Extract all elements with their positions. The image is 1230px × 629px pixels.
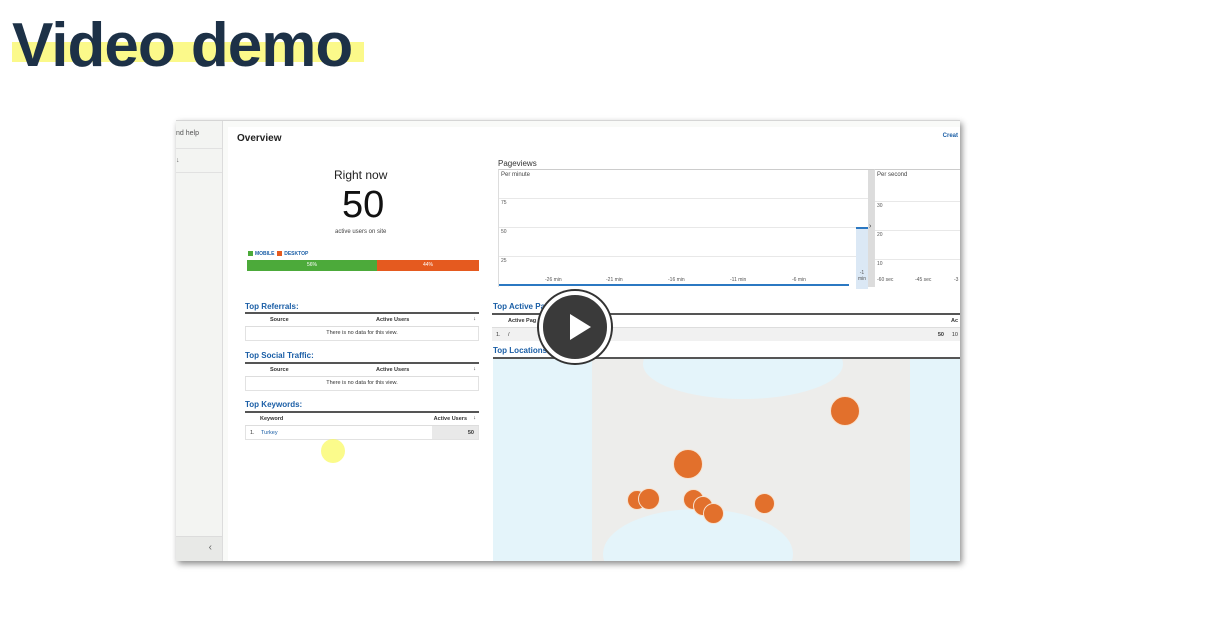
col-active-users[interactable]: Ac bbox=[951, 318, 958, 324]
legend-mobile: MOBILE bbox=[255, 251, 275, 257]
mobile-share: 56% bbox=[247, 260, 377, 271]
x-tick: -11 min bbox=[730, 277, 747, 283]
gridline bbox=[499, 227, 875, 228]
legend-desktop: DESKTOP bbox=[284, 251, 309, 257]
gridline bbox=[875, 230, 960, 231]
x-tick: -6 min bbox=[792, 277, 806, 283]
top-active-pages-title[interactable]: Top Active Pa bbox=[493, 302, 545, 311]
desktop-share: 44% bbox=[376, 260, 479, 271]
per-minute-chart: Per minute 75 50 25 -26 min -21 min -16 … bbox=[498, 169, 875, 289]
row-value-cell: 50 bbox=[432, 426, 478, 439]
play-icon bbox=[570, 314, 591, 340]
y-tick: 75 bbox=[501, 200, 507, 206]
location-bubble[interactable] bbox=[703, 503, 724, 524]
row-users: 50 bbox=[467, 430, 474, 436]
col-keyword[interactable]: Keyword bbox=[260, 416, 283, 422]
x-tick: -45 sec bbox=[915, 277, 932, 283]
play-button[interactable] bbox=[539, 291, 611, 363]
page-title: Overview bbox=[237, 133, 282, 144]
empty-message: There is no data for this view. bbox=[245, 377, 479, 391]
location-bubble[interactable] bbox=[754, 493, 775, 514]
top-referrals-table: Source Active Users ↓ There is no data f… bbox=[245, 312, 479, 341]
device-legend: MOBILE DESKTOP bbox=[248, 251, 308, 257]
table-header: Source Active Users ↓ bbox=[245, 364, 479, 377]
gridline bbox=[875, 201, 960, 202]
collapse-icon[interactable]: ‹ bbox=[209, 542, 212, 553]
slide-title-block: Video demo bbox=[12, 11, 364, 80]
col-active-page[interactable]: Active Pag bbox=[508, 318, 536, 324]
device-split-bar: 56% 44% bbox=[247, 260, 479, 271]
table-header: Keyword Active Users ↓ bbox=[245, 413, 479, 426]
col-active-users[interactable]: Active Users bbox=[376, 317, 409, 323]
pageviews-title: Pageviews bbox=[498, 159, 537, 168]
top-keywords-table: Keyword Active Users ↓ 1. Turkey 50 bbox=[245, 411, 479, 440]
col-source[interactable]: Source bbox=[270, 367, 289, 373]
col-active-users[interactable]: Active Users bbox=[434, 416, 467, 422]
per-minute-label: Per minute bbox=[501, 172, 531, 178]
location-bubble[interactable] bbox=[673, 449, 703, 479]
x-tick: -3 bbox=[954, 277, 959, 283]
table-row: 1. Turkey 50 bbox=[245, 426, 479, 440]
active-users-sublabel: active users on site bbox=[335, 229, 387, 235]
x-tick: -16 min bbox=[668, 277, 685, 283]
gridline bbox=[499, 256, 875, 257]
sidebar-divider bbox=[176, 148, 222, 149]
y-tick: 20 bbox=[877, 232, 883, 238]
x-tick: -26 min bbox=[545, 277, 562, 283]
sidebar-footer: ‹ bbox=[176, 536, 222, 561]
click-indicator bbox=[321, 439, 345, 463]
y-tick: 30 bbox=[877, 203, 883, 209]
top-keywords-title[interactable]: Top Keywords: bbox=[245, 400, 302, 409]
y-tick: 25 bbox=[501, 258, 507, 264]
y-tick: 10 bbox=[877, 261, 883, 267]
sidebar-help-text[interactable]: nd help bbox=[176, 130, 199, 137]
row-users: 50 bbox=[937, 332, 944, 338]
slide-title: Video demo bbox=[12, 11, 353, 80]
location-bubble[interactable] bbox=[830, 396, 860, 426]
x-tick: -60 sec bbox=[877, 277, 894, 283]
row-index: 1. bbox=[496, 332, 501, 338]
top-locations-title[interactable]: Top Locations: bbox=[493, 346, 550, 355]
page-path-link[interactable]: / bbox=[508, 332, 510, 338]
per-second-label: Per second bbox=[877, 172, 908, 178]
top-referrals-title[interactable]: Top Referrals: bbox=[245, 302, 299, 311]
x-tick: -21 min bbox=[606, 277, 623, 283]
right-now-label: Right now bbox=[334, 168, 388, 182]
per-second-chart: Per second 30 20 10 -60 sec -45 sec -3 bbox=[874, 169, 960, 287]
top-social-table: Source Active Users ↓ There is no data f… bbox=[245, 362, 479, 391]
x-tick: -1 min bbox=[857, 270, 867, 282]
create-shortcut-link[interactable]: Creat bbox=[943, 133, 958, 139]
sort-arrow-icon[interactable]: ↓ bbox=[473, 366, 476, 372]
keyword-link[interactable]: Turkey bbox=[261, 430, 278, 436]
chevron-right-icon: › bbox=[869, 223, 872, 230]
table-header: Source Active Users ↓ bbox=[245, 314, 479, 327]
locations-map[interactable] bbox=[493, 357, 960, 561]
mobile-swatch bbox=[248, 251, 253, 257]
sidebar: nd help ↓ ‹ bbox=[176, 121, 223, 561]
sidebar-chevron-icon[interactable]: ↓ bbox=[176, 157, 180, 164]
col-source[interactable]: Source bbox=[270, 317, 289, 323]
gridline bbox=[499, 198, 875, 199]
y-tick: 50 bbox=[501, 229, 507, 235]
empty-message: There is no data for this view. bbox=[245, 327, 479, 341]
sort-arrow-icon[interactable]: ↓ bbox=[473, 415, 476, 421]
desktop-swatch bbox=[277, 251, 283, 257]
col-active-users[interactable]: Active Users bbox=[376, 367, 409, 373]
row-index: 1. bbox=[250, 430, 255, 436]
top-social-title[interactable]: Top Social Traffic: bbox=[245, 351, 314, 360]
pageviews-baseline bbox=[499, 284, 849, 286]
row-percent: 10 bbox=[951, 332, 958, 338]
active-users-count: 50 bbox=[342, 184, 385, 226]
gridline bbox=[875, 259, 960, 260]
sidebar-divider bbox=[176, 172, 222, 173]
sort-arrow-icon[interactable]: ↓ bbox=[473, 316, 476, 322]
location-bubble[interactable] bbox=[638, 488, 660, 510]
